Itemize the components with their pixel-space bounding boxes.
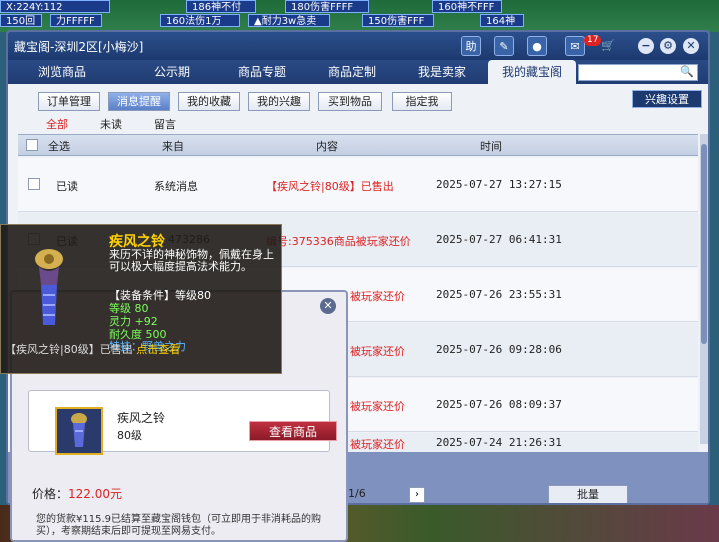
tooltip-notice-line: 【疾风之铃|80级】已售出 点击查看	[5, 341, 180, 357]
batch-button[interactable]: 批量	[548, 485, 628, 503]
select-all-checkbox[interactable]	[26, 139, 38, 151]
coords-readout: X:224Y:112	[0, 0, 110, 13]
subtab-orders[interactable]: 订单管理	[38, 92, 100, 111]
view-item-button[interactable]: 查看商品	[249, 421, 337, 441]
tooltip-description: 来历不详的神秘饰物，佩戴在身上可以极大幅度提高法术能力。	[109, 248, 274, 273]
game-chip: 160神不FFF	[432, 0, 502, 13]
item-card: 疾风之铃 80级 查看商品	[28, 390, 337, 455]
notice-text: 【疾风之铃|80级】已售出	[5, 343, 133, 356]
tab-topics[interactable]: 商品专题	[218, 60, 306, 84]
row-content[interactable]: 被玩家还价	[350, 436, 405, 452]
message-icon[interactable]: ✉	[565, 36, 585, 56]
main-tabs: 浏览商品 公示期 商品专题 商品定制 我是卖家 我的藏宝阁 🔍	[8, 60, 708, 84]
row-time: 2025-07-26 23:55:31	[436, 288, 562, 301]
game-top-bar: X:224Y:112 150回 力FFFFF 160法伤1万 ▲耐力3w急卖 1…	[0, 0, 719, 32]
tab-seller[interactable]: 我是卖家	[398, 60, 486, 84]
notice-link[interactable]: 点击查看	[136, 343, 180, 356]
close-icon[interactable]: ✕	[683, 38, 699, 54]
item-tooltip: 疾风之铃 来历不详的神秘饰物，佩戴在身上可以极大幅度提高法术能力。 【装备条件】…	[0, 224, 282, 374]
tab-browse[interactable]: 浏览商品	[18, 60, 106, 84]
row-time: 2025-07-26 08:09:37	[436, 398, 562, 411]
tab-my-pavilion[interactable]: 我的藏宝阁	[488, 60, 576, 84]
header-from: 来自	[162, 140, 184, 153]
subtab-messages[interactable]: 消息提醒	[108, 92, 170, 111]
tab-public[interactable]: 公示期	[128, 60, 216, 84]
row-time: 2025-07-27 06:41:31	[436, 233, 562, 246]
search-icon[interactable]: 🔍	[680, 65, 694, 78]
gear-icon[interactable]: ⚙	[660, 38, 676, 54]
minimize-icon[interactable]: −	[638, 38, 654, 54]
filter-all[interactable]: 全部	[46, 116, 68, 132]
pen-icon[interactable]: ✎	[494, 36, 514, 56]
game-chip: 150回	[0, 14, 42, 27]
game-chip: 160法伤1万	[160, 14, 240, 27]
row-checkbox[interactable]	[28, 178, 40, 190]
row-time: 2025-07-27 13:27:15	[436, 178, 562, 191]
row-from: 系统消息	[154, 180, 198, 193]
game-chip: 186神不付	[186, 0, 256, 13]
search-input[interactable]: 🔍	[578, 64, 698, 81]
interest-settings-button[interactable]: 兴趣设置	[632, 90, 702, 108]
settings-icon[interactable]: ●	[527, 36, 547, 56]
row-content[interactable]: 被玩家还价	[350, 288, 405, 304]
close-icon[interactable]: ✕	[320, 298, 336, 314]
cart-icon[interactable]: 🛒	[598, 36, 618, 56]
table-scrollbar[interactable]	[700, 134, 708, 444]
game-chip: 180伤害FFFF	[285, 0, 369, 13]
item-thumbnail	[55, 407, 103, 455]
row-time: 2025-07-26 09:28:06	[436, 343, 562, 356]
window-title: 藏宝阁-深圳2区[小梅沙]	[14, 40, 144, 54]
page-indicator: 1/6	[348, 487, 366, 500]
scrollbar-thumb[interactable]	[701, 144, 707, 344]
game-chip: 力FFFFF	[50, 14, 102, 27]
item-name: 疾风之铃	[117, 411, 166, 425]
next-page-button[interactable]: ›	[409, 487, 425, 503]
header-content: 内容	[316, 140, 338, 153]
row-content[interactable]: 编号:375336商品被玩家还价	[266, 233, 411, 249]
row-time: 2025-07-24 21:26:31	[436, 436, 562, 449]
filter-unread[interactable]: 未读	[100, 116, 122, 132]
row-content[interactable]: 被玩家还价	[350, 343, 405, 359]
subtab-bought[interactable]: 买到物品	[318, 92, 382, 111]
game-chip: 150伤害FFF	[362, 14, 434, 27]
row-status: 已读	[56, 180, 78, 193]
table-row[interactable]: 已读 系统消息 【疾风之铃|80级】已售出 2025-07-27 13:27:1…	[18, 158, 698, 212]
payout-note: 您的货款¥115.9已结算至藏宝阁钱包（可立即用于非消耗品的购买），考察期结束后…	[36, 514, 321, 537]
price-label: 价格：	[32, 487, 69, 501]
subtab-favorites[interactable]: 我的收藏	[178, 92, 240, 111]
header-time: 时间	[480, 140, 502, 153]
table-header: 全选 来自 内容 时间	[18, 134, 698, 156]
filter-comments[interactable]: 留言	[154, 116, 176, 132]
subtab-designated[interactable]: 指定我	[392, 92, 452, 111]
game-chip: ▲耐力3w急卖	[248, 14, 330, 27]
price-value: 122.00元	[68, 487, 123, 501]
item-level: 80级	[117, 429, 142, 442]
row-content[interactable]: 【疾风之铃|80级】已售出	[266, 178, 394, 194]
game-chip: 164神	[480, 14, 524, 27]
help-button[interactable]: 助	[461, 36, 481, 56]
title-bar[interactable]: 藏宝阁-深圳2区[小梅沙] 助 ✎ ● ✉ 17 🛒 − ⚙ ✕	[8, 32, 708, 60]
subtab-interests[interactable]: 我的兴趣	[248, 92, 310, 111]
tab-custom[interactable]: 商品定制	[308, 60, 396, 84]
header-select-all: 全选	[48, 140, 70, 153]
bell-icon	[19, 245, 79, 335]
row-content[interactable]: 被玩家还价	[350, 398, 405, 414]
price-line: 价格：122.00元	[32, 485, 122, 502]
